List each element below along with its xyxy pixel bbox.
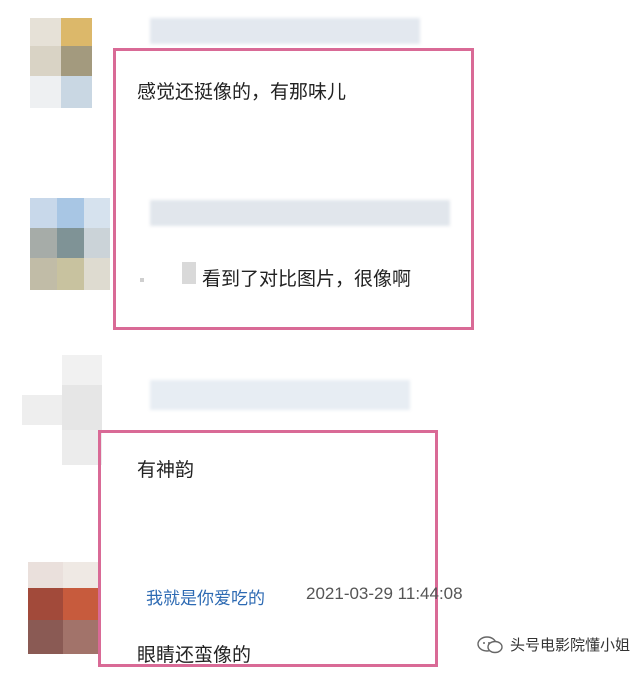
redaction-dot — [140, 278, 144, 282]
comment-text: 眼睛还蛮像的 — [137, 644, 252, 666]
wechat-icon — [477, 635, 503, 653]
comment-timestamp: 2021-03-29 11:44:08 — [306, 584, 463, 603]
username-link[interactable]: 我就是你爱吃的 — [146, 584, 265, 609]
username-redacted — [150, 380, 410, 410]
comment-text: 看到了对比图片，很像啊 — [202, 268, 412, 290]
username-redacted — [150, 18, 420, 44]
avatar[interactable] — [30, 198, 110, 290]
comment-text: 感觉还挺像的，有那味儿 — [137, 81, 347, 103]
watermark-text: 头号电影院懂小姐 — [509, 636, 630, 654]
avatar[interactable] — [30, 18, 92, 108]
comment-text: 有神韵 — [137, 459, 195, 481]
redaction-block — [182, 262, 196, 284]
avatar[interactable] — [28, 562, 98, 654]
watermark: 头号电影院懂小姐 — [476, 634, 630, 655]
